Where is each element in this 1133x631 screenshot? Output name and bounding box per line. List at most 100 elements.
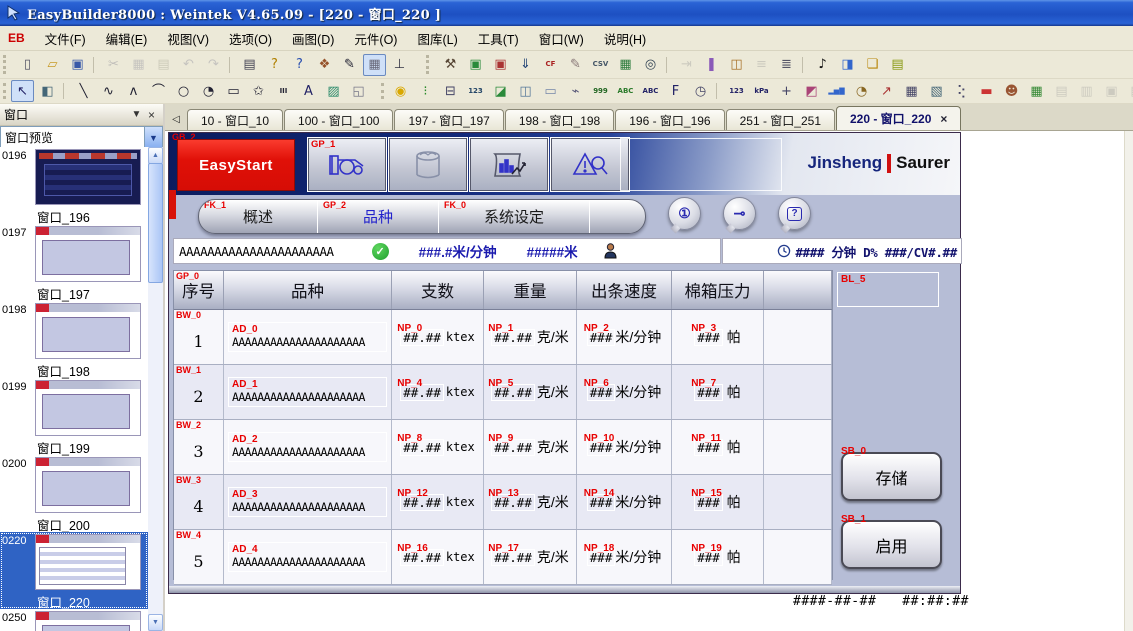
cell-weight[interactable]: NP_5##.## 克/米 xyxy=(484,365,577,419)
cell-pressure[interactable]: NP_7### 帕 xyxy=(672,365,764,419)
hmi-screen-220[interactable]: GB_2 EasyStart GP_1 xyxy=(168,132,961,594)
cell-count[interactable]: NP_4##.## ktex xyxy=(392,365,484,419)
table-row[interactable]: BW_1 2 AD_1 AAAAAAAAAAAAAAAAAAAAA xyxy=(174,365,832,420)
menu-item[interactable]: 画图(D) xyxy=(282,30,344,50)
toolbar-icon[interactable]: ✎ xyxy=(564,54,587,76)
window-thumbnail[interactable] xyxy=(35,611,141,631)
toolbar-icon[interactable] xyxy=(93,57,98,73)
panel-menu-icon[interactable]: ▼ xyxy=(129,109,144,120)
window-thumbnail[interactable] xyxy=(35,457,141,513)
toolbar-icon[interactable]: ? xyxy=(288,54,311,76)
toolbar-icon[interactable]: ∿ xyxy=(97,80,120,102)
toolbar-icon[interactable]: ◷ xyxy=(689,80,712,102)
toolbar-icon[interactable]: ↷ xyxy=(202,54,225,76)
toolbar-icon[interactable]: ▦ xyxy=(363,54,386,76)
toolbar-icon[interactable]: ⊥ xyxy=(388,54,411,76)
panel-close-icon[interactable]: × xyxy=(144,108,159,122)
toolbar-icon[interactable]: ≣ xyxy=(775,54,798,76)
cell-count[interactable]: NP_16##.## ktex xyxy=(392,530,484,584)
toolbar-icon[interactable]: ▨ xyxy=(322,80,345,102)
easystart-button[interactable]: EasyStart xyxy=(177,139,295,191)
toolbar-icon[interactable]: ◔ xyxy=(197,80,220,102)
window-tab[interactable]: 100 - 窗口_100 × xyxy=(284,109,393,130)
toolbar-icon[interactable]: ▭ xyxy=(539,80,562,102)
menu-item[interactable]: 编辑(E) xyxy=(96,30,158,50)
toolbar-icon[interactable]: ◱ xyxy=(347,80,370,102)
menu-item[interactable]: 元件(O) xyxy=(344,30,407,50)
menu-item[interactable]: 文件(F) xyxy=(35,30,96,50)
cell-pressure[interactable]: NP_19### 帕 xyxy=(672,530,764,584)
toolbar-icon[interactable]: ⇓ xyxy=(514,54,537,76)
toolbar-icon[interactable]: ▦ xyxy=(900,80,923,102)
cell-variety[interactable]: AD_1 AAAAAAAAAAAAAAAAAAAAA xyxy=(224,365,392,419)
window-thumbnail[interactable] xyxy=(35,149,141,205)
scrollbar-thumb[interactable] xyxy=(148,163,163,283)
toolbar-icon[interactable]: ♪ xyxy=(811,54,834,76)
toolbar-icon[interactable]: ▱ xyxy=(41,54,64,76)
toolbar-icon[interactable] xyxy=(716,83,721,99)
tab-scroll-left-icon[interactable]: ◁ xyxy=(168,110,184,128)
toolbar-icon[interactable]: ▬ xyxy=(975,80,998,102)
cell-count[interactable]: NP_0##.## ktex xyxy=(392,310,484,364)
toolbar-icon[interactable]: F xyxy=(664,80,687,102)
enable-button[interactable]: 启用 xyxy=(841,520,942,569)
toolbar-grip[interactable] xyxy=(3,83,6,100)
toolbar-icon[interactable]: ◫ xyxy=(514,80,537,102)
toolbar-icon[interactable]: ⢕ xyxy=(950,80,973,102)
window-tab[interactable]: 10 - 窗口_10 × xyxy=(187,109,283,130)
cell-speed[interactable]: NP_14### 米/分钟 xyxy=(577,475,672,529)
toolbar-icon[interactable]: ❖ xyxy=(313,54,336,76)
window-tab[interactable]: 251 - 窗口_251 × xyxy=(726,109,835,130)
toolbar-icon[interactable]: ▧ xyxy=(925,80,948,102)
table-row[interactable]: BW_4 5 AD_4 AAAAAAAAAAAAAAAAAAAAA xyxy=(174,530,832,585)
toolbar-icon[interactable]: ▤ xyxy=(1125,80,1133,102)
toolbar-grip[interactable] xyxy=(381,83,384,100)
toolbar-icon[interactable]: ▣ xyxy=(464,54,487,76)
toolbar-icon[interactable]: ⌁ xyxy=(564,80,587,102)
chevron-down-icon[interactable]: ▼ xyxy=(144,127,162,148)
toolbar-icon[interactable]: ○ xyxy=(172,80,195,102)
cell-variety[interactable]: AD_3 AAAAAAAAAAAAAAAAAAAAA xyxy=(224,475,392,529)
cell-speed[interactable]: NP_2### 米/分钟 xyxy=(577,310,672,364)
cell-pressure[interactable]: NP_3### 帕 xyxy=(672,310,764,364)
table-row[interactable]: BW_2 3 AD_2 AAAAAAAAAAAAAAAAAAAAA xyxy=(174,420,832,475)
cell-speed[interactable]: NP_6### 米/分钟 xyxy=(577,365,672,419)
toolbar-icon[interactable]: ⁝ xyxy=(414,80,437,102)
toolbar-icon[interactable] xyxy=(666,57,671,73)
window-preview-item[interactable]: 0198 窗口_198 xyxy=(0,301,148,378)
window-thumbnail[interactable] xyxy=(35,534,141,590)
nav-can-button[interactable] xyxy=(389,138,467,191)
toolbar-icon[interactable]: ⚒ xyxy=(439,54,462,76)
toolbar-icon[interactable]: ▦ xyxy=(1025,80,1048,102)
cell-count[interactable]: NP_12##.## ktex xyxy=(392,475,484,529)
toolbar-icon[interactable]: 123 xyxy=(464,80,487,102)
menu-item[interactable]: 选项(O) xyxy=(219,30,282,50)
toolbar-icon[interactable]: ▥ xyxy=(1075,80,1098,102)
toolbar-icon[interactable]: ▣ xyxy=(489,54,512,76)
toolbar-icon[interactable]: ◉ xyxy=(389,80,412,102)
page-tab-overview[interactable]: FK_1 概述 xyxy=(199,200,318,233)
cell-weight[interactable]: NP_13##.## 克/米 xyxy=(484,475,577,529)
scroll-up-icon[interactable]: ▲ xyxy=(148,147,163,164)
toolbar-icon[interactable]: ╲ xyxy=(72,80,95,102)
toolbar-icon[interactable]: ▤ xyxy=(152,54,175,76)
toolbar-icon[interactable]: ❏ xyxy=(861,54,884,76)
toolbar-icon[interactable]: ʌ xyxy=(122,80,145,102)
toolbar-icon[interactable]: ❚ xyxy=(700,54,723,76)
menu-item[interactable]: 说明(H) xyxy=(594,30,656,50)
toolbar-icon[interactable]: + xyxy=(775,80,798,102)
cell-variety[interactable]: AD_0 AAAAAAAAAAAAAAAAAAAAA xyxy=(224,310,392,364)
cell-speed[interactable]: NP_10### 米/分钟 xyxy=(577,420,672,474)
toolbar-icon[interactable]: III xyxy=(272,80,295,102)
toolbar-icon[interactable]: ≡ xyxy=(750,54,773,76)
window-tab[interactable]: 220 - 窗口_220 × xyxy=(836,106,961,130)
table-row[interactable]: BW_3 4 AD_3 AAAAAAAAAAAAAAAAAAAAA xyxy=(174,475,832,530)
toolbar-icon[interactable]: ▤ xyxy=(238,54,261,76)
menu-item[interactable]: 窗口(W) xyxy=(529,30,594,50)
window-preview-item[interactable]: 0196 窗口_196 xyxy=(0,147,148,224)
toolbar-icon[interactable]: ▦ xyxy=(127,54,150,76)
menu-item[interactable]: 图库(L) xyxy=(407,30,467,50)
toolbar-icon[interactable]: ▦ xyxy=(614,54,637,76)
toolbar-icon[interactable]: ABC xyxy=(614,80,637,102)
window-preview-item[interactable]: 0197 窗口_197 xyxy=(0,224,148,301)
